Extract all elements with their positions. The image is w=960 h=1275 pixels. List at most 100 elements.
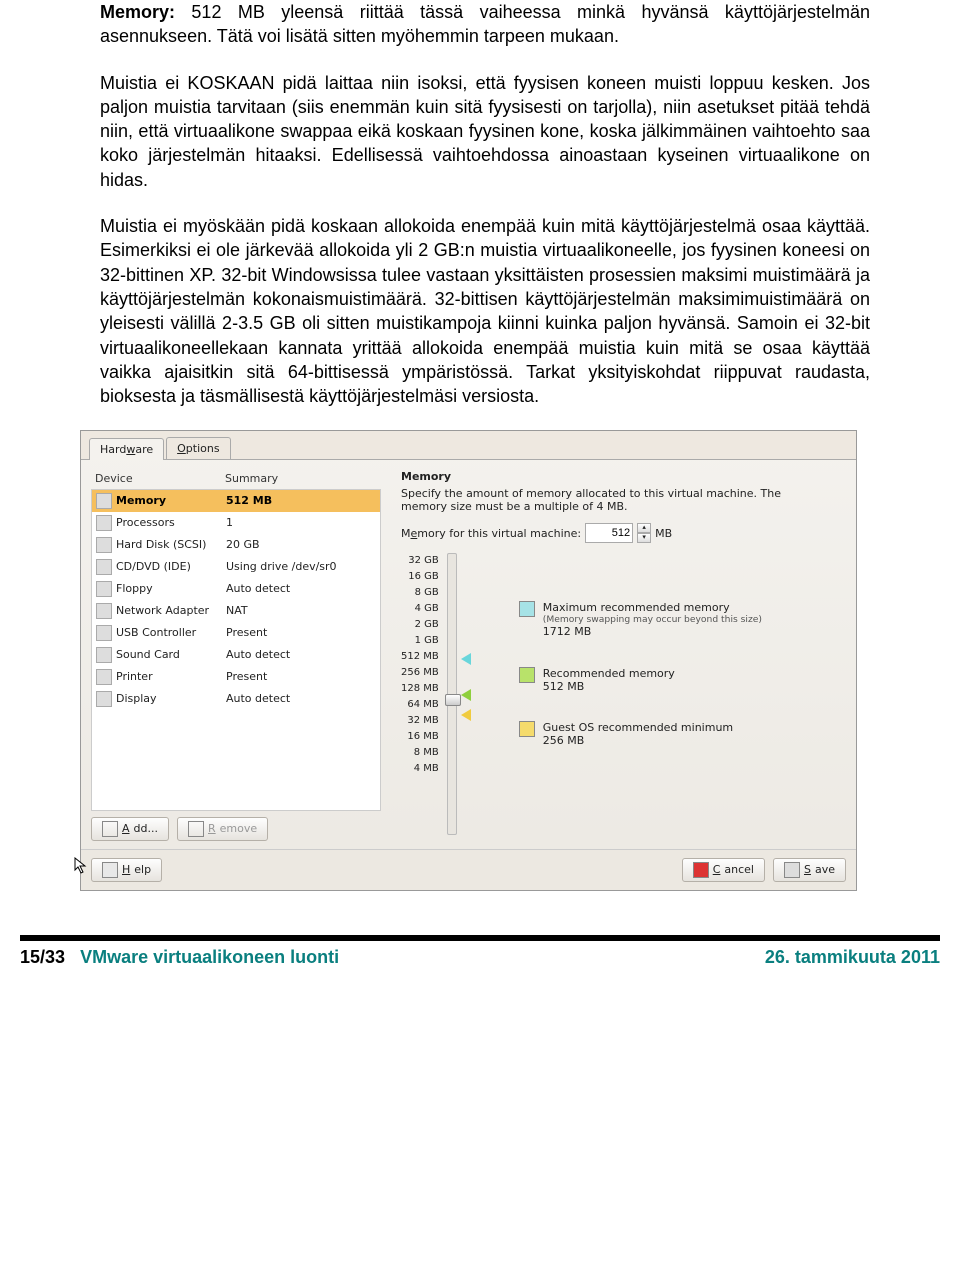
page-number: 15/33	[20, 947, 65, 967]
slider-markers	[461, 553, 471, 835]
dev-name: Network Adapter	[116, 604, 226, 617]
marker-recommended-icon	[461, 689, 471, 701]
tick: 4 MB	[401, 763, 439, 775]
table-row[interactable]: CD/DVD (IDE) Using drive /dev/sr0	[92, 556, 380, 578]
vmware-settings-dialog: Hardware Options Device Summary Memory 5…	[80, 430, 857, 890]
dev-name: USB Controller	[116, 626, 226, 639]
dev-name: Display	[116, 692, 226, 705]
help-button[interactable]: Help	[91, 858, 162, 882]
dev-summary: 20 GB	[226, 538, 260, 551]
help-mnemonic: H	[122, 863, 130, 876]
marker-min-icon	[461, 709, 471, 721]
tick: 16 MB	[401, 731, 439, 743]
printer-icon	[96, 669, 112, 685]
display-icon	[96, 691, 112, 707]
legend-max-note: (Memory swapping may occur beyond this s…	[543, 614, 762, 625]
dev-summary: NAT	[226, 604, 248, 617]
tick: 8 GB	[401, 587, 439, 599]
page-footer: 15/33 VMware virtuaalikoneen luonti 26. …	[0, 935, 960, 989]
tick: 4 GB	[401, 603, 439, 615]
doc-date: 26. tammikuuta 2011	[765, 945, 940, 969]
cd-icon	[96, 559, 112, 575]
tick: 1 GB	[401, 635, 439, 647]
table-row[interactable]: Sound Card Auto detect	[92, 644, 380, 666]
doc-title: VMware virtuaalikoneen luonti	[80, 947, 339, 967]
dev-name: Memory	[116, 494, 226, 507]
swatch-max-icon	[519, 601, 535, 617]
plus-icon	[102, 821, 118, 837]
cancel-rest: ancel	[724, 863, 754, 876]
legend-rec-value: 512 MB	[543, 680, 585, 693]
footer-rule	[20, 935, 940, 941]
tick: 512 MB	[401, 651, 439, 663]
table-row[interactable]: USB Controller Present	[92, 622, 380, 644]
device-table[interactable]: Memory 512 MB Processors 1 Hard Disk (SC…	[91, 489, 381, 811]
legend-rec-title: Recommended memory	[543, 667, 675, 680]
cancel-button[interactable]: Cancel	[682, 858, 765, 882]
remove-mnemonic: R	[208, 822, 216, 835]
p1-rest: 512 MB yleensä riittää tässä vaiheessa m…	[100, 2, 870, 46]
col-summary: Summary	[225, 472, 278, 485]
network-icon	[96, 603, 112, 619]
paragraph-warning: Muistia ei KOSKAAN pidä laittaa niin iso…	[100, 71, 870, 192]
dev-name: Printer	[116, 670, 226, 683]
table-row[interactable]: Memory 512 MB	[92, 490, 380, 512]
marker-max-icon	[461, 653, 471, 665]
dev-name: Sound Card	[116, 648, 226, 661]
legend-min-title: Guest OS recommended minimum	[543, 721, 733, 734]
tab-bar: Hardware Options	[81, 431, 856, 459]
help-rest: elp	[134, 863, 151, 876]
tick: 8 MB	[401, 747, 439, 759]
paragraph-allocation-notes: Muistia ei myöskään pidä koskaan allokoi…	[100, 214, 870, 408]
usb-icon	[96, 625, 112, 641]
save-mnemonic: S	[804, 863, 811, 876]
section-description: Specify the amount of memory allocated t…	[401, 487, 811, 513]
memory-legend: Maximum recommended memory (Memory swapp…	[479, 553, 762, 835]
dev-name: Hard Disk (SCSI)	[116, 538, 226, 551]
slider-thumb[interactable]	[445, 694, 461, 706]
tick: 64 MB	[401, 699, 439, 711]
legend-max-value: 1712 MB	[543, 625, 592, 638]
tick: 16 GB	[401, 571, 439, 583]
memory-tick-labels: 32 GB 16 GB 8 GB 4 GB 2 GB 1 GB 512 MB 2…	[401, 553, 439, 835]
memory-input[interactable]	[585, 523, 633, 543]
dev-summary: Auto detect	[226, 692, 290, 705]
dev-summary: 512 MB	[226, 494, 272, 507]
table-row[interactable]: Floppy Auto detect	[92, 578, 380, 600]
spin-up-icon[interactable]: ▴	[637, 523, 651, 533]
tab-options[interactable]: Options	[166, 437, 230, 458]
table-row[interactable]: Display Auto detect	[92, 688, 380, 710]
memory-field-label: Memory for this virtual machine:	[401, 527, 581, 540]
swatch-min-icon	[519, 721, 535, 737]
table-row[interactable]: Processors 1	[92, 512, 380, 534]
tick: 2 GB	[401, 619, 439, 631]
memory-spinner[interactable]: ▴ ▾	[637, 523, 651, 543]
table-row[interactable]: Printer Present	[92, 666, 380, 688]
table-row[interactable]: Network Adapter NAT	[92, 600, 380, 622]
dev-summary: Present	[226, 626, 267, 639]
memory-slider[interactable]	[447, 553, 457, 835]
table-row[interactable]: Hard Disk (SCSI) 20 GB	[92, 534, 380, 556]
tick: 256 MB	[401, 667, 439, 679]
remove-button[interactable]: Remove	[177, 817, 268, 841]
tick: 128 MB	[401, 683, 439, 695]
dev-summary: 1	[226, 516, 233, 529]
swatch-rec-icon	[519, 667, 535, 683]
save-rest: ave	[815, 863, 835, 876]
cancel-mnemonic: C	[713, 863, 721, 876]
dev-summary: Using drive /dev/sr0	[226, 560, 337, 573]
dev-name: Processors	[116, 516, 226, 529]
minus-icon	[188, 821, 204, 837]
cancel-icon	[693, 862, 709, 878]
tab-hardware[interactable]: Hardware	[89, 438, 164, 459]
help-icon	[102, 862, 118, 878]
dev-summary: Present	[226, 670, 267, 683]
add-mnemonic: A	[122, 822, 130, 835]
add-button[interactable]: Add...	[91, 817, 169, 841]
save-button[interactable]: Save	[773, 858, 846, 882]
spin-down-icon[interactable]: ▾	[637, 533, 651, 543]
col-device: Device	[95, 472, 225, 485]
dev-name: Floppy	[116, 582, 226, 595]
dev-name: CD/DVD (IDE)	[116, 560, 226, 573]
add-rest: dd...	[134, 822, 158, 835]
